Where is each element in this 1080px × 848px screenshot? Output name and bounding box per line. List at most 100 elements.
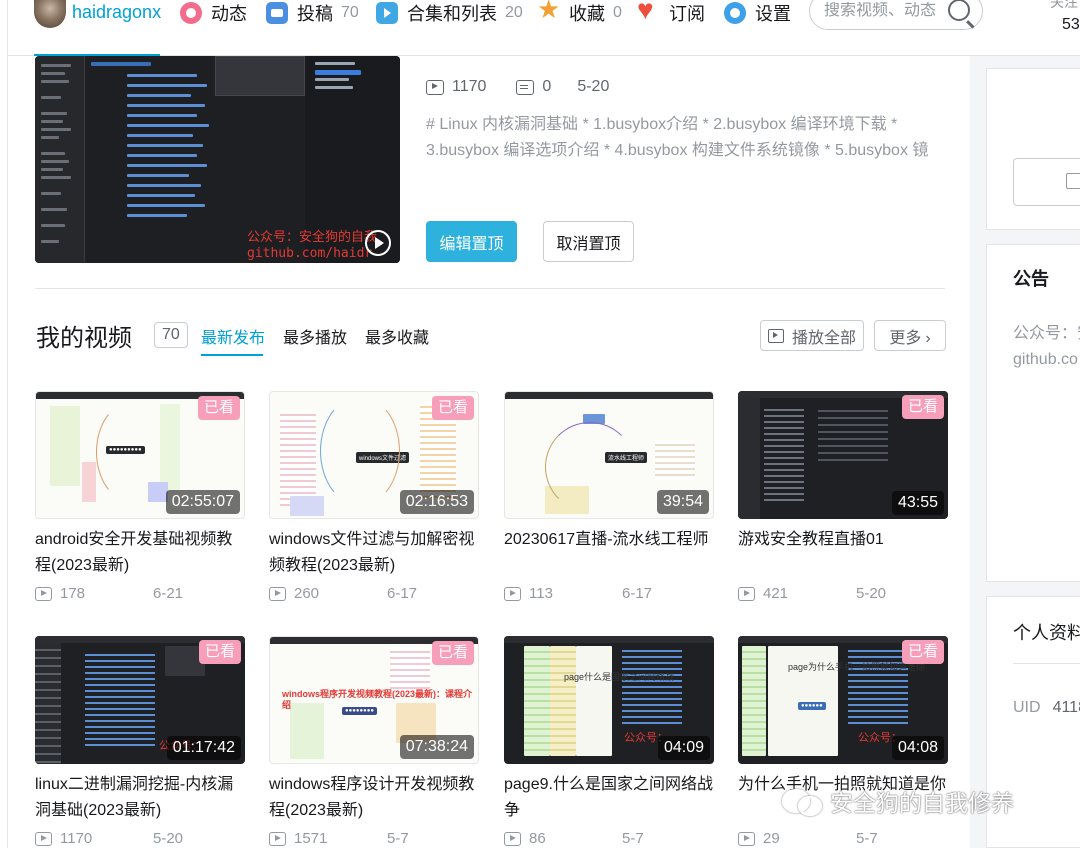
video-thumbnail[interactable]: page什么是国家之间网络战 公众号： 04:09 [504, 636, 714, 764]
play-count-icon [738, 831, 755, 846]
tab-most-favorited[interactable]: 最多收藏 [365, 324, 429, 348]
top-nav: haidragonx 动态 投稿 70 合集和列表 20 收藏 0 订阅 设置 … [0, 0, 1080, 57]
tab-most-played[interactable]: 最多播放 [283, 324, 347, 348]
divider [1013, 663, 1080, 664]
video-title[interactable]: android安全开发基础视频教程(2023最新) [35, 527, 247, 579]
play-count-icon [35, 586, 52, 601]
video-thumbnail[interactable]: ●●●●●●●●● 已看 02:55:07 [35, 391, 245, 519]
search-icon[interactable] [948, 0, 970, 21]
pinned-view-count: 1170 [452, 78, 487, 95]
nav-label: 订阅 [669, 4, 705, 24]
danmaku-icon [516, 79, 535, 95]
video-duration: 04:08 [891, 736, 944, 760]
cancel-pinned-button[interactable]: 取消置顶 [543, 221, 634, 262]
chevron-right-icon: › [925, 329, 931, 347]
play-all-icon [767, 328, 784, 343]
video-card[interactable]: page为什么手机一拍照就知道是你 ●●●●●● 公众号： 已看 04:08 为… [738, 636, 948, 847]
video-duration: 43:55 [891, 491, 944, 515]
username[interactable]: haidragonx [72, 2, 161, 23]
section-title: 我的视频 [36, 325, 132, 352]
video-duration: 02:16:53 [399, 490, 474, 514]
video-date: 6-17 [622, 585, 653, 602]
tab-latest[interactable]: 最新发布 [201, 324, 265, 348]
video-title[interactable]: page9.什么是国家之间网络战争 [504, 772, 716, 824]
play-count-icon [269, 586, 286, 601]
video-thumbnail[interactable]: page为什么手机一拍照就知道是你 ●●●●●● 公众号： 已看 04:08 [738, 636, 948, 764]
play-count-icon [426, 79, 444, 95]
more-button[interactable]: 更多 › [874, 320, 946, 351]
video-duration: 02:55:07 [165, 490, 240, 514]
watched-badge: 已看 [431, 641, 474, 665]
nav-label: 收藏 [569, 4, 605, 24]
pinned-video-thumbnail[interactable]: 公众号：安全狗的自我 github.com/haidr [35, 56, 400, 263]
divider [35, 288, 945, 289]
video-meta: 29 5-7 [738, 830, 948, 847]
video-thumbnail[interactable]: 已看 43:55 [738, 391, 948, 519]
nav-item-favorites[interactable]: 收藏 0 [537, 0, 622, 26]
nav-item-uploads[interactable]: 投稿 70 [266, 0, 359, 26]
notice-card: 公告 公众号：安 github.co [986, 244, 1080, 582]
play-count-icon [504, 831, 521, 846]
video-card[interactable]: windows文件过滤 已看 02:16:53 windows文件过滤与加解密视… [269, 391, 479, 602]
upload-icon [1066, 173, 1080, 189]
play-icon[interactable] [365, 230, 391, 256]
video-date: 5-20 [153, 830, 184, 847]
following-count[interactable]: 53 [1062, 16, 1080, 34]
video-meta: 421 5-20 [738, 585, 948, 602]
video-card[interactable]: 公众号： 已看 01:17:42 linux二进制漏洞挖掘-内核漏洞基础(202… [35, 636, 245, 847]
pinned-date: 5-20 [577, 78, 610, 95]
video-title[interactable]: windows程序设计开发视频教程(2023最新) [269, 772, 481, 824]
video-count-badge: 70 [154, 322, 188, 348]
video-thumbnail[interactable]: windows文件过滤 已看 02:16:53 [269, 391, 479, 519]
video-title[interactable]: 20230617直播-流水线工程师 [504, 527, 716, 553]
play-count-icon [504, 586, 521, 601]
nav-count: 20 [505, 4, 523, 21]
video-view-count: 86 [529, 830, 546, 847]
notice-title: 公告 [1013, 269, 1049, 289]
video-view-count: 178 [60, 585, 86, 602]
watched-badge: 已看 [901, 395, 944, 419]
video-card[interactable]: 已看 43:55 游戏安全教程直播01 421 5-20 [738, 391, 948, 602]
nav-label: 合集和列表 [407, 4, 497, 24]
video-title[interactable]: linux二进制漏洞挖掘-内核漏洞基础(2023最新) [35, 772, 247, 824]
video-meta: 1571 5-7 [269, 830, 479, 847]
play-all-button[interactable]: 播放全部 [760, 320, 864, 351]
search-input[interactable] [824, 2, 954, 20]
video-date: 5-7 [622, 830, 644, 847]
thumb-sidebar [35, 56, 85, 263]
avatar[interactable] [34, 0, 66, 28]
watched-badge: 已看 [197, 396, 240, 420]
wechat-watermark: 安全狗的自我修养 [782, 784, 1014, 818]
video-title[interactable]: 游戏安全教程直播01 [738, 527, 950, 553]
nav-item-collections[interactable]: 合集和列表 20 [376, 0, 523, 26]
thumb-context-menu [215, 56, 305, 96]
pinned-stats: 1170 0 5-20 [426, 78, 609, 96]
video-date: 6-21 [153, 585, 184, 602]
video-card[interactable]: 流水线工程师 39:54 20230617直播-流水线工程师 113 6-17 [504, 391, 714, 602]
video-title[interactable]: windows文件过滤与加解密视频教程(2023最新) [269, 527, 481, 579]
video-thumbnail[interactable]: 流水线工程师 39:54 [504, 391, 714, 519]
nav-item-settings[interactable]: 设置 [724, 0, 791, 26]
edit-pinned-button[interactable]: 编辑置顶 [426, 221, 517, 262]
nav-count: 70 [341, 4, 359, 21]
nav-item-subscriptions[interactable]: 订阅 [637, 0, 705, 26]
following-label[interactable]: 关注 [1050, 0, 1078, 12]
sidebar-card-top [986, 68, 1080, 230]
video-meta: 260 6-17 [269, 585, 479, 602]
heart-icon [637, 0, 660, 24]
more-label: 更多 [889, 329, 922, 347]
thumbnail-watermark: 公众号：安全狗的自我 github.com/haidr [247, 230, 378, 262]
video-card[interactable]: windows程序开发视频教程(2023最新)：课程介绍 ●●●●●●●● 已看… [269, 636, 479, 847]
nav-item-dynamics[interactable]: 动态 [180, 0, 247, 26]
wechat-icon [782, 787, 822, 816]
video-card[interactable]: ●●●●●●●●● 已看 02:55:07 android安全开发基础视频教程(… [35, 391, 245, 602]
video-view-count: 260 [294, 585, 320, 602]
video-thumbnail[interactable]: 公众号： 已看 01:17:42 [35, 636, 245, 764]
video-meta: 86 5-7 [504, 830, 714, 847]
sidebar-action-button[interactable] [1013, 158, 1080, 206]
video-card[interactable]: page什么是国家之间网络战 公众号： 04:09 page9.什么是国家之间网… [504, 636, 714, 847]
video-date: 6-17 [387, 585, 418, 602]
nav-label: 设置 [755, 4, 791, 24]
gear-icon [724, 2, 746, 24]
video-thumbnail[interactable]: windows程序开发视频教程(2023最新)：课程介绍 ●●●●●●●● 已看… [269, 636, 479, 764]
